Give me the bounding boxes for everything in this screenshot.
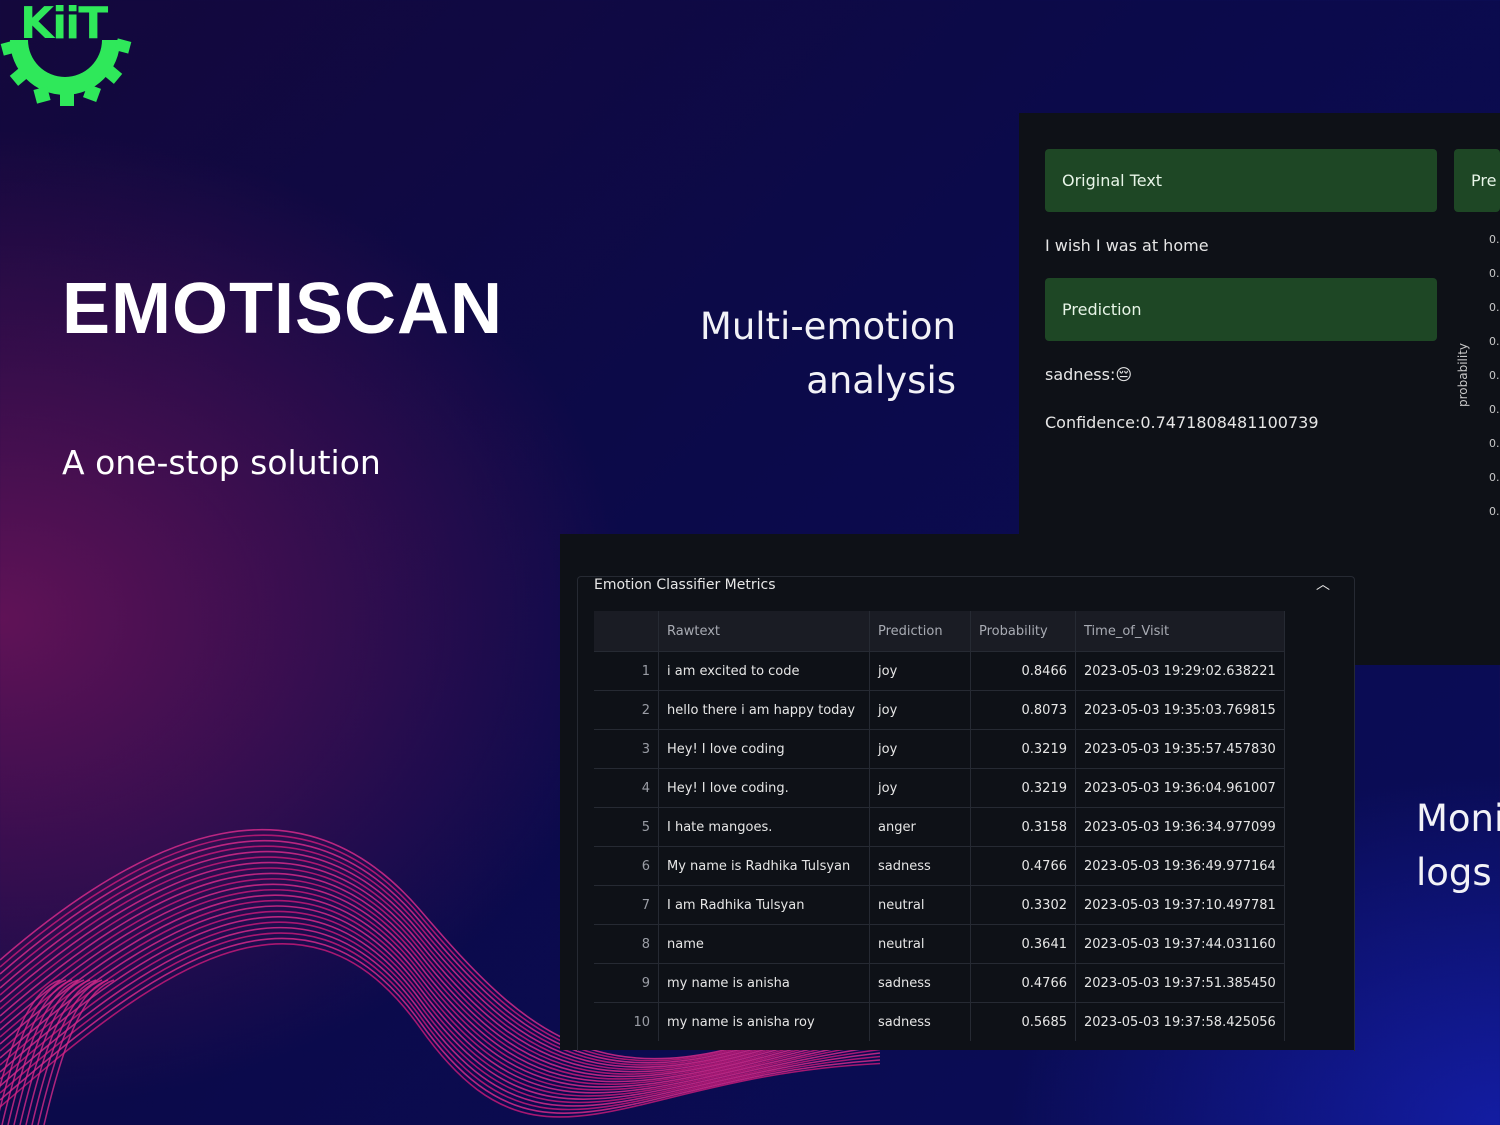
table-row[interactable]: 8 name neutral 0.3641 2023-05-03 19:37:44.03… <box>594 924 1285 964</box>
table-cell: 1 <box>594 651 659 691</box>
table-cell: i am excited to code <box>658 651 870 691</box>
table-cell: 7 <box>594 885 659 925</box>
column-header[interactable]: Rawtext <box>658 611 870 652</box>
table-cell: anger <box>869 807 971 847</box>
chart-tick-label: 0. <box>1489 369 1500 382</box>
table-cell: 2023-05-03 19:29:02.638221 <box>1075 651 1285 691</box>
table-cell: 10 <box>594 1002 659 1041</box>
table-cell: name <box>658 924 870 964</box>
table-cell: 0.8466 <box>970 651 1076 691</box>
table-cell: 2023-05-03 19:37:10.497781 <box>1075 885 1285 925</box>
column-header[interactable]: Probability <box>970 611 1076 652</box>
chart-tick-label: 0. <box>1489 505 1500 518</box>
feature-line: logs <box>1416 851 1492 894</box>
table-cell: 2 <box>594 690 659 730</box>
page-title: EMOTISCAN <box>62 269 503 349</box>
feature-line: analysis <box>806 359 956 402</box>
table-row[interactable]: 6 My name is Radhika Tulsyan sadness 0.4766… <box>594 846 1285 886</box>
table-cell: joy <box>869 768 971 808</box>
table-cell: my name is anisha <box>658 963 870 1003</box>
table-cell: 2023-05-03 19:37:51.385450 <box>1075 963 1285 1003</box>
table-cell: 8 <box>594 924 659 964</box>
table-cell: I hate mangoes. <box>658 807 870 847</box>
chart-tick-label: 0. <box>1489 335 1500 348</box>
column-header[interactable]: Prediction <box>869 611 971 652</box>
table-cell: sadness <box>869 1002 971 1041</box>
chart-tick-label: 0. <box>1489 301 1500 314</box>
table-cell: 5 <box>594 807 659 847</box>
sad-face-icon: 😔 <box>1115 365 1133 384</box>
chart-tick-label: 0. <box>1489 267 1500 280</box>
table-cell: 0.3302 <box>970 885 1076 925</box>
prediction-value: sadness:😔 <box>1045 365 1132 384</box>
table-row[interactable]: 7I am Radhika Tulsyan neutral 0.3302 2023-0… <box>594 885 1285 925</box>
table-cell: My name is Radhika Tulsyan <box>658 846 870 886</box>
chart-tick-label: 0. <box>1489 471 1500 484</box>
table-cell: 2023-05-03 19:35:03.769815 <box>1075 690 1285 730</box>
table-cell: 0.4766 <box>970 846 1076 886</box>
column-header[interactable]: Time_of_Visit <box>1075 611 1285 652</box>
table-cell: 4 <box>594 768 659 808</box>
table-cell: sadness <box>869 846 971 886</box>
table-cell: I am Radhika Tulsyan <box>658 885 870 925</box>
table-cell: neutral <box>869 924 971 964</box>
table-cell: Hey! I love coding. <box>658 768 870 808</box>
confidence-value: Confidence:0.7471808481100739 <box>1045 413 1319 432</box>
page-subtitle: A one-stop solution <box>62 443 381 482</box>
table-cell: hello there i am happy today <box>658 690 870 730</box>
chart-tick-label: 0. <box>1489 403 1500 416</box>
table-cell: my name is anisha roy <box>658 1002 870 1041</box>
table-cell: 0.8073 <box>970 690 1076 730</box>
table-cell: joy <box>869 690 971 730</box>
table-cell: 2023-05-03 19:37:58.425056 <box>1075 1002 1285 1041</box>
table-cell: 2023-05-03 19:35:57.457830 <box>1075 729 1285 769</box>
table-cell: 0.5685 <box>970 1002 1076 1041</box>
chart-tick-label: 0. <box>1489 437 1500 450</box>
table-row[interactable]: 4 Hey! I love coding. joy 0.3219 2023-05-03 … <box>594 768 1285 808</box>
probability-header: Pre <box>1454 149 1500 212</box>
table-row[interactable]: 3 Hey! I love coding joy 0.3219 2023-05-03 1… <box>594 729 1285 769</box>
chart-y-axis-label: probability <box>1456 342 1470 407</box>
table-cell: 6 <box>594 846 659 886</box>
metrics-table: Rawtext Prediction Probability Time_of_Visi… <box>594 611 1285 1041</box>
table-cell: joy <box>869 729 971 769</box>
feature-line: Moni <box>1416 797 1500 840</box>
table-cell: 0.3641 <box>970 924 1076 964</box>
table-cell: sadness <box>869 963 971 1003</box>
table-row[interactable]: 2 hello there i am happy today joy 0.8073 20… <box>594 690 1285 730</box>
feature-multi-emotion: Multi-emotion analysis <box>616 300 956 408</box>
probability-header-label: Pre <box>1471 171 1497 190</box>
feature-monitor-logs: Moni logs <box>1416 792 1500 900</box>
table-row[interactable]: 9 my name is anisha sadness 0.4766 2023-05-0… <box>594 963 1285 1003</box>
table-cell: 3 <box>594 729 659 769</box>
table-cell: 2023-05-03 19:37:44.031160 <box>1075 924 1285 964</box>
table-cell: 2023-05-03 19:36:04.961007 <box>1075 768 1285 808</box>
logo-wordmark: KiiT <box>20 0 108 49</box>
original-text-header-label: Original Text <box>1062 171 1163 190</box>
table-row[interactable]: 10 my name is anisha roy sadness 0.5685 2023… <box>594 1002 1285 1041</box>
original-text-value: I wish I was at home <box>1045 236 1209 255</box>
table-cell: 9 <box>594 963 659 1003</box>
chart-tick-label: 0. <box>1489 233 1500 246</box>
chevron-up-icon[interactable]: ︿ <box>1316 574 1330 594</box>
table-cell: joy <box>869 651 971 691</box>
table-row[interactable]: 5I hate mangoes. anger 0.3158 2023-05-03 19… <box>594 807 1285 847</box>
metrics-title[interactable]: Emotion Classifier Metrics <box>594 577 776 593</box>
feature-line: Multi-emotion <box>699 305 956 348</box>
prediction-emotion: sadness: <box>1045 365 1116 384</box>
original-text-header: Original Text <box>1045 149 1437 212</box>
table-cell: 0.4766 <box>970 963 1076 1003</box>
table-cell: Hey! I love coding <box>658 729 870 769</box>
table-cell: 0.3158 <box>970 807 1076 847</box>
table-cell: 0.3219 <box>970 768 1076 808</box>
table-row[interactable]: 1i am excited to code joy 0.8466 2023-05-03… <box>594 651 1285 691</box>
table-cell: 0.3219 <box>970 729 1076 769</box>
prediction-header: Prediction <box>1045 278 1437 341</box>
table-cell: neutral <box>869 885 971 925</box>
table-cell: 2023-05-03 19:36:49.977164 <box>1075 846 1285 886</box>
prediction-header-label: Prediction <box>1062 300 1142 319</box>
table-cell: 2023-05-03 19:36:34.977099 <box>1075 807 1285 847</box>
column-header[interactable] <box>594 611 659 652</box>
